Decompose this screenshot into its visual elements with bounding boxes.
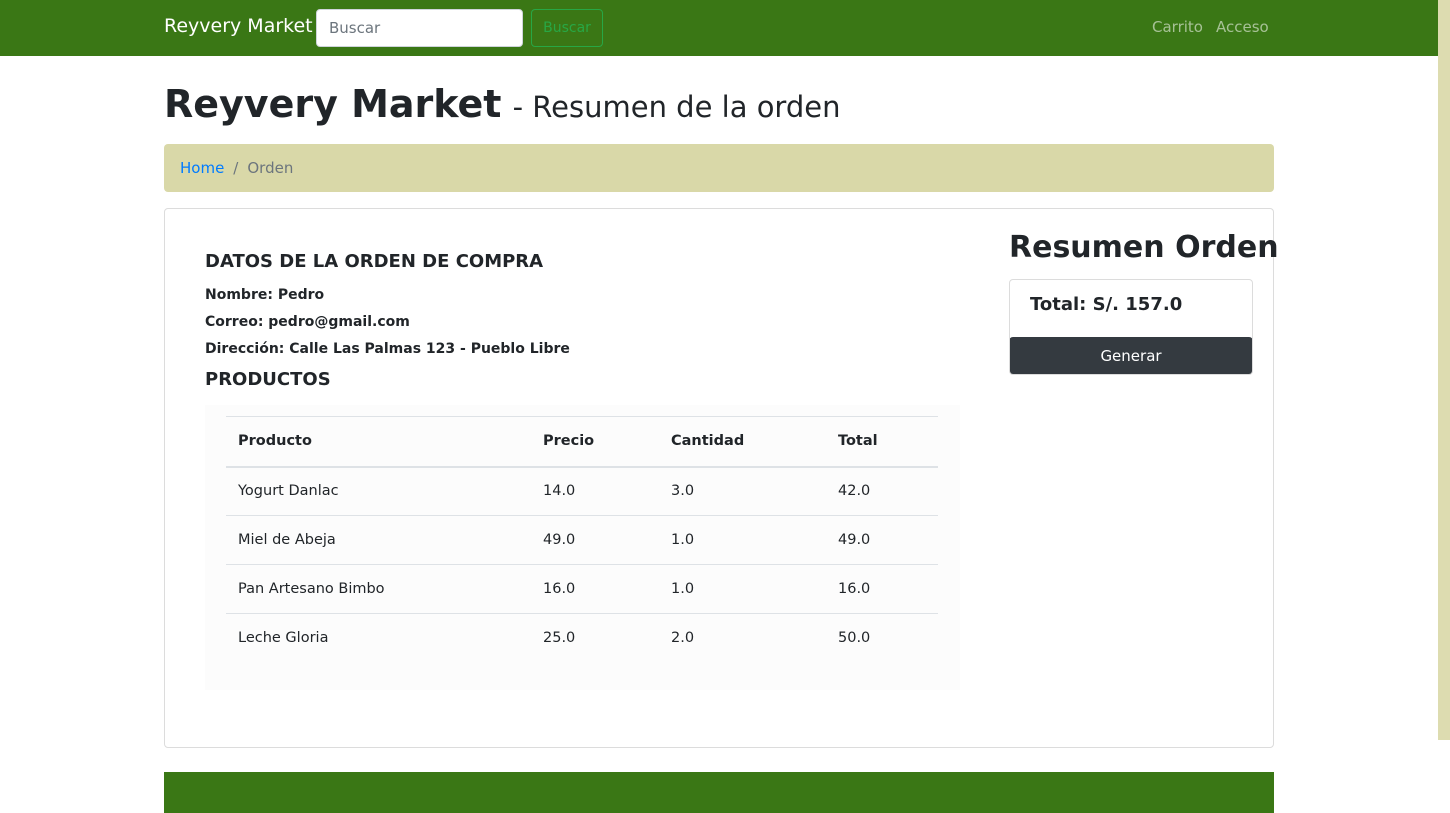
cell-product: Leche Gloria: [226, 613, 531, 663]
breadcrumb-separator: /: [233, 159, 239, 177]
top-navbar: Reyvery Market Buscar Carrito Acceso: [0, 0, 1438, 56]
vertical-scrollbar[interactable]: [1438, 0, 1450, 740]
summary-total: Total: S/. 157.0: [1030, 294, 1183, 315]
column-header-total: Total: [826, 416, 938, 468]
generate-button[interactable]: Generar: [1010, 337, 1252, 374]
cell-product: Yogurt Danlac: [238, 483, 339, 500]
table-row: Leche Gloria 25.0 2.0 50.0: [226, 613, 938, 663]
order-name: Nombre: Pedro: [205, 287, 325, 303]
table-row: Miel de Abeja 49.0 1.0 49.0: [226, 515, 938, 565]
breadcrumb-home-link[interactable]: Home: [180, 159, 224, 177]
cell-total: 50.0: [826, 613, 938, 663]
cell-price: 16.0: [531, 564, 659, 614]
order-section-title: DATOS DE LA ORDEN DE COMPRA: [205, 251, 544, 272]
cell-total: 49.0: [826, 515, 938, 565]
page-title: Reyvery Market - Resumen de la orden: [164, 82, 840, 126]
column-header-quantity: Cantidad: [659, 416, 826, 468]
nav-link-cart[interactable]: Carrito: [1152, 18, 1203, 36]
page-title-main: Reyvery Market: [164, 82, 502, 126]
table-header-row: Producto Precio Cantidad Total: [226, 416, 938, 468]
products-table-container: Producto Precio Cantidad Total Yogurt Da…: [205, 405, 960, 690]
cell-product: Miel de Abeja: [226, 515, 531, 565]
column-header-price: Precio: [531, 416, 659, 468]
search-input[interactable]: [316, 9, 523, 47]
search-button[interactable]: Buscar: [531, 9, 603, 47]
cell-total: 16.0: [826, 564, 938, 614]
products-table: Producto Precio Cantidad Total Yogurt Da…: [226, 416, 938, 663]
table-row: Pan Artesano Bimbo 16.0 1.0 16.0: [226, 564, 938, 614]
cell-quantity: 1.0: [659, 515, 826, 565]
cell-price: 49.0: [531, 515, 659, 565]
cell-quantity: 3.0: [671, 483, 695, 500]
summary-box: Total: S/. 157.0 Generar: [1009, 279, 1253, 375]
breadcrumb-current: Orden: [247, 159, 294, 177]
navbar-brand[interactable]: Reyvery Market: [164, 15, 313, 37]
nav-link-access[interactable]: Acceso: [1216, 18, 1269, 36]
cell-product: Pan Artesano Bimbo: [226, 564, 531, 614]
order-email: Correo: pedro@gmail.com: [205, 314, 410, 330]
page-title-sub: - Resumen de la orden: [512, 90, 841, 124]
cell-price: 14.0: [543, 483, 576, 500]
footer-bar: [164, 772, 1274, 813]
cell-total: 42.0: [838, 483, 871, 500]
table-row: Yogurt Danlac 14.0 3.0 42.0: [226, 467, 938, 516]
cell-quantity: 1.0: [659, 564, 826, 614]
cell-quantity: 2.0: [659, 613, 826, 663]
summary-title: Resumen Orden: [1009, 230, 1279, 265]
order-address: Dirección: Calle Las Palmas 123 - Pueblo…: [205, 341, 570, 357]
breadcrumb: Home / Orden: [164, 144, 1274, 192]
column-header-product: Producto: [226, 416, 531, 468]
products-section-title: PRODUCTOS: [205, 369, 331, 390]
cell-price: 25.0: [531, 613, 659, 663]
